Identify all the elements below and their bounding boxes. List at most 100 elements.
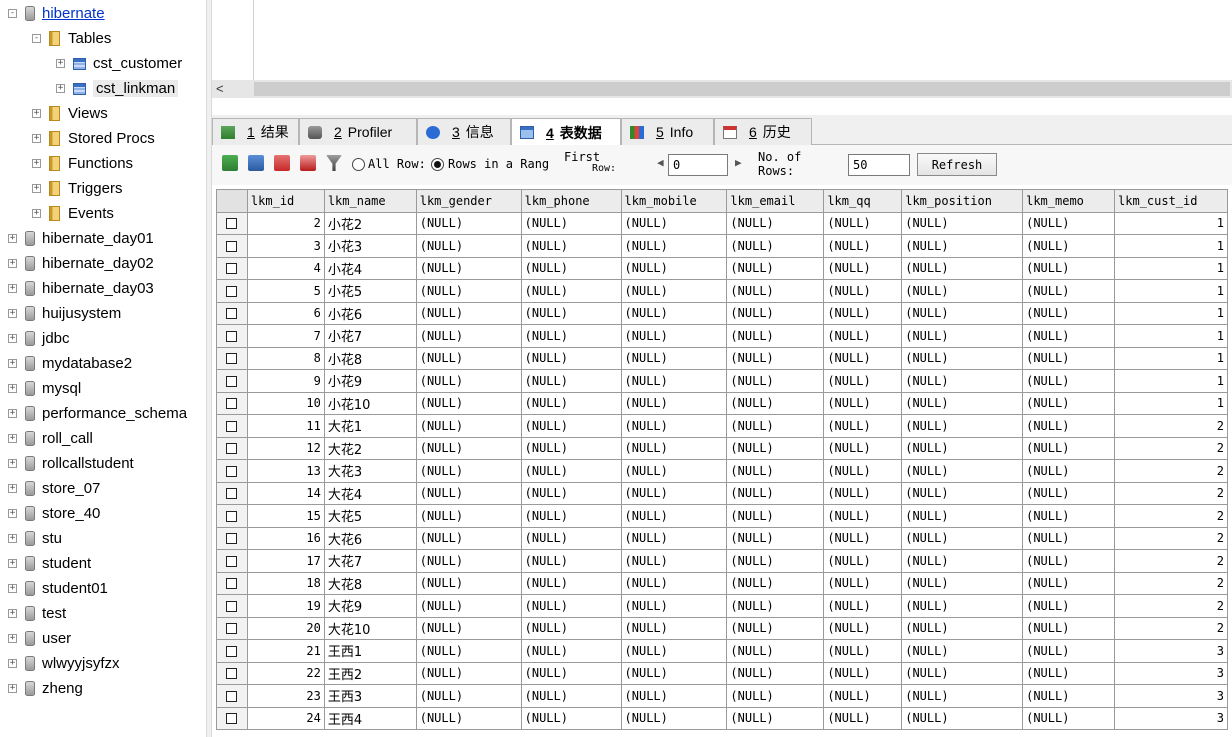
- column-header-lkm-id[interactable]: lkm_id: [246, 189, 325, 213]
- cell-lkm-memo[interactable]: (NULL): [1022, 706, 1115, 730]
- expand-icon[interactable]: +: [56, 59, 65, 68]
- cell-lkm-mobile[interactable]: (NULL): [620, 414, 728, 438]
- tree-db-zheng[interactable]: + zheng: [8, 676, 83, 701]
- cell-lkm-name[interactable]: 小花8: [323, 346, 417, 370]
- column-header-lkm-cust-id[interactable]: lkm_cust_id: [1114, 189, 1228, 213]
- table-row[interactable]: 18 大花8 (NULL) (NULL) (NULL) (NULL) (NULL) (NULL…: [216, 571, 1228, 595]
- tab-info[interactable]: 5 Info: [621, 118, 714, 145]
- tree-db-test[interactable]: + test: [8, 601, 66, 626]
- cell-lkm-qq[interactable]: (NULL): [823, 301, 903, 325]
- cell-lkm-memo[interactable]: (NULL): [1022, 616, 1115, 640]
- expand-icon[interactable]: +: [8, 509, 17, 518]
- row-checkbox[interactable]: [226, 578, 238, 590]
- cell-lkm-qq[interactable]: (NULL): [823, 549, 903, 573]
- cell-lkm-id[interactable]: 8: [246, 346, 325, 370]
- refresh-button[interactable]: Refresh: [917, 153, 997, 176]
- cell-lkm-email[interactable]: (NULL): [726, 369, 825, 393]
- cell-lkm-id[interactable]: 15: [246, 504, 325, 528]
- tree-db-student01[interactable]: + student01: [8, 576, 108, 601]
- cell-lkm-qq[interactable]: (NULL): [823, 234, 903, 258]
- cell-lkm-cust-id[interactable]: 2: [1114, 594, 1228, 618]
- cell-lkm-qq[interactable]: (NULL): [823, 481, 903, 505]
- cell-lkm-cust-id[interactable]: 1: [1114, 211, 1228, 235]
- expand-icon[interactable]: +: [8, 684, 17, 693]
- cell-lkm-email[interactable]: (NULL): [726, 684, 825, 708]
- cell-lkm-email[interactable]: (NULL): [726, 279, 825, 303]
- expand-icon[interactable]: +: [56, 84, 65, 93]
- prev-page-arrow-icon[interactable]: ◀: [657, 156, 664, 169]
- cell-lkm-gender[interactable]: (NULL): [415, 324, 522, 348]
- cell-lkm-cust-id[interactable]: 1: [1114, 346, 1228, 370]
- cell-lkm-email[interactable]: (NULL): [726, 594, 825, 618]
- tree-db-store-40[interactable]: + store_40: [8, 501, 100, 526]
- row-checkbox-cell[interactable]: [216, 211, 248, 235]
- cell-lkm-phone[interactable]: (NULL): [520, 369, 622, 393]
- cell-lkm-mobile[interactable]: (NULL): [620, 256, 728, 280]
- cell-lkm-memo[interactable]: (NULL): [1022, 414, 1115, 438]
- cell-lkm-phone[interactable]: (NULL): [520, 414, 622, 438]
- tree-db-performance-schema[interactable]: + performance_schema: [8, 401, 187, 426]
- row-checkbox-cell[interactable]: [216, 459, 248, 483]
- cell-lkm-gender[interactable]: (NULL): [415, 549, 522, 573]
- column-header-lkm-name[interactable]: lkm_name: [323, 189, 417, 213]
- cell-lkm-email[interactable]: (NULL): [726, 661, 825, 685]
- row-checkbox[interactable]: [226, 443, 238, 455]
- no-of-rows-input[interactable]: [848, 154, 910, 176]
- table-row[interactable]: 7 小花7 (NULL) (NULL) (NULL) (NULL) (NULL) (NULL)…: [216, 324, 1228, 348]
- cell-lkm-name[interactable]: 小花7: [323, 324, 417, 348]
- cell-lkm-memo[interactable]: (NULL): [1022, 279, 1115, 303]
- row-checkbox-cell[interactable]: [216, 639, 248, 663]
- tab-results[interactable]: 1 结果: [212, 118, 299, 145]
- cell-lkm-phone[interactable]: (NULL): [520, 504, 622, 528]
- cell-lkm-name[interactable]: 大花8: [323, 571, 417, 595]
- cell-lkm-id[interactable]: 19: [246, 594, 325, 618]
- cell-lkm-mobile[interactable]: (NULL): [620, 279, 728, 303]
- tree-db-mydatabase2[interactable]: + mydatabase2: [8, 351, 132, 376]
- row-checkbox[interactable]: [226, 555, 238, 567]
- table-row[interactable]: 10 小花10 (NULL) (NULL) (NULL) (NULL) (NULL) (NUL…: [216, 391, 1228, 415]
- cell-lkm-id[interactable]: 14: [246, 481, 325, 505]
- cell-lkm-phone[interactable]: (NULL): [520, 684, 622, 708]
- tree-db-rollcallstudent[interactable]: + rollcallstudent: [8, 451, 134, 476]
- table-row[interactable]: 8 小花8 (NULL) (NULL) (NULL) (NULL) (NULL) (NULL)…: [216, 346, 1228, 370]
- cell-lkm-id[interactable]: 11: [246, 414, 325, 438]
- cell-lkm-phone[interactable]: (NULL): [520, 526, 622, 550]
- tree-folder-views[interactable]: + Views: [32, 101, 108, 126]
- cell-lkm-cust-id[interactable]: 2: [1114, 616, 1228, 640]
- row-checkbox-cell[interactable]: [216, 526, 248, 550]
- cell-lkm-cust-id[interactable]: 3: [1114, 639, 1228, 663]
- cell-lkm-mobile[interactable]: (NULL): [620, 391, 728, 415]
- cell-lkm-id[interactable]: 21: [246, 639, 325, 663]
- table-row[interactable]: 23 王西3 (NULL) (NULL) (NULL) (NULL) (NULL) (NULL…: [216, 684, 1228, 708]
- expand-icon[interactable]: +: [8, 259, 17, 268]
- filter-icon[interactable]: [326, 155, 342, 171]
- row-checkbox[interactable]: [226, 713, 238, 725]
- tree-db-jdbc[interactable]: + jdbc: [8, 326, 70, 351]
- expand-icon[interactable]: +: [32, 134, 41, 143]
- tree-table-cst-customer[interactable]: + cst_customer: [56, 51, 182, 76]
- cell-lkm-gender[interactable]: (NULL): [415, 459, 522, 483]
- cell-lkm-qq[interactable]: (NULL): [823, 391, 903, 415]
- cell-lkm-phone[interactable]: (NULL): [520, 481, 622, 505]
- tree-folder-triggers[interactable]: + Triggers: [32, 176, 122, 201]
- row-checkbox-cell[interactable]: [216, 391, 248, 415]
- expand-icon[interactable]: +: [8, 359, 17, 368]
- cell-lkm-cust-id[interactable]: 1: [1114, 324, 1228, 348]
- cell-lkm-position[interactable]: (NULL): [901, 571, 1024, 595]
- table-row[interactable]: 5 小花5 (NULL) (NULL) (NULL) (NULL) (NULL) (NULL)…: [216, 279, 1228, 303]
- cell-lkm-id[interactable]: 18: [246, 571, 325, 595]
- expand-icon[interactable]: +: [8, 484, 17, 493]
- cell-lkm-gender[interactable]: (NULL): [415, 504, 522, 528]
- cell-lkm-cust-id[interactable]: 1: [1114, 279, 1228, 303]
- cell-lkm-mobile[interactable]: (NULL): [620, 706, 728, 730]
- cell-lkm-gender[interactable]: (NULL): [415, 481, 522, 505]
- cell-lkm-position[interactable]: (NULL): [901, 639, 1024, 663]
- cell-lkm-position[interactable]: (NULL): [901, 481, 1024, 505]
- cell-lkm-memo[interactable]: (NULL): [1022, 661, 1115, 685]
- cell-lkm-name[interactable]: 大花3: [323, 459, 417, 483]
- delete-row-icon[interactable]: [274, 155, 290, 171]
- cell-lkm-memo[interactable]: (NULL): [1022, 324, 1115, 348]
- cell-lkm-email[interactable]: (NULL): [726, 549, 825, 573]
- cell-lkm-id[interactable]: 7: [246, 324, 325, 348]
- table-row[interactable]: 3 小花3 (NULL) (NULL) (NULL) (NULL) (NULL) (NULL)…: [216, 234, 1228, 258]
